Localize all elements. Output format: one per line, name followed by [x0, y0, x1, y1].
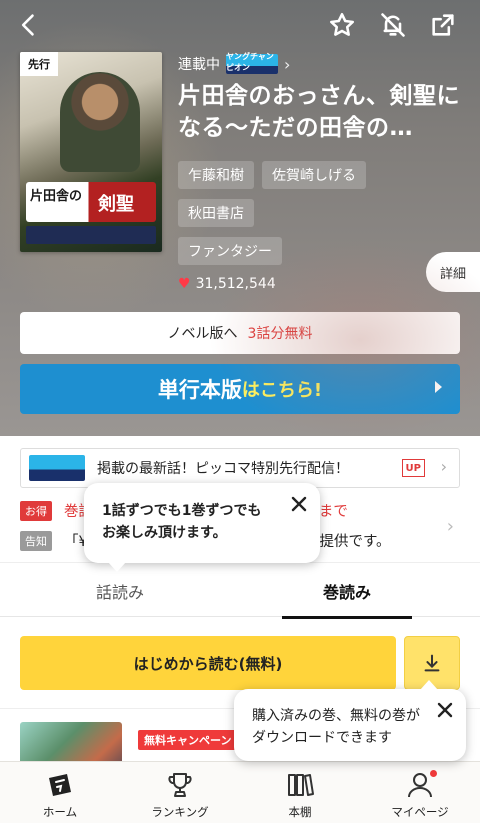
work-title: 片田舎のおっさん、剣聖になる〜ただの田舎の…	[178, 83, 460, 141]
download-tooltip-text: 購入済みの巻、無料の巻が ダウンロードできます	[252, 705, 420, 749]
serial-status[interactable]: 連載中 ヤングチャンピオン ›	[178, 52, 291, 74]
tooltip-line-1: 1話ずつでも1巻ずつでも	[102, 503, 262, 519]
tankobon-suffix: はこちら!	[241, 380, 323, 401]
cover-title-right: 剣聖	[98, 194, 134, 215]
arrow-right-icon	[435, 381, 442, 393]
tag-publisher[interactable]: 秋田書店	[178, 199, 254, 227]
chevron-right-icon: ›	[284, 54, 291, 74]
magazine-logo: ヤングチャンピオン	[226, 52, 278, 74]
banner-text: 掲載の最新話！ピッコマ特別先行配信！	[97, 461, 349, 477]
close-icon	[291, 496, 307, 512]
status-label: 連載中	[178, 57, 220, 73]
chevron-right-icon: ›	[440, 457, 447, 476]
favorite-button[interactable]	[325, 8, 359, 42]
nav-home-label: ホーム	[42, 805, 78, 819]
magazine-logo-small	[29, 455, 85, 481]
nav-ranking[interactable]: ランキング	[120, 762, 240, 823]
cover-title-left: 片田舎の	[30, 189, 83, 204]
novel-version-label: ノベル版へ	[167, 326, 238, 342]
star-icon	[329, 12, 355, 36]
like-count: ♥ 31,512,544	[178, 276, 276, 292]
share-icon	[432, 14, 454, 36]
trophy-icon	[168, 773, 192, 797]
chevron-right-icon[interactable]: ›	[447, 516, 454, 537]
download-tooltip-line-2: ダウンロードできます	[252, 730, 392, 746]
detail-button[interactable]: 詳細	[426, 252, 480, 292]
bookshelf-icon	[288, 774, 314, 796]
cover-image: 先行 片田舎の 剣聖	[20, 52, 162, 252]
like-count-value: 31,512,544	[195, 276, 276, 292]
tag-author[interactable]: 乍藤和樹	[178, 161, 254, 189]
nav-mypage[interactable]: マイページ	[360, 762, 480, 823]
download-icon	[424, 654, 440, 672]
tankobon-version-button[interactable]: 単行本版 はこちら!	[20, 364, 460, 414]
tankobon-label: 単行本版	[157, 378, 242, 402]
home-icon	[49, 774, 71, 796]
tag-genre[interactable]: ファンタジー	[178, 237, 282, 265]
download-tooltip: 購入済みの巻、無料の巻が ダウンロードできます	[234, 680, 466, 761]
nav-home[interactable]: ホーム	[0, 762, 120, 823]
close-icon	[437, 702, 453, 718]
latest-episode-banner[interactable]: 掲載の最新話！ピッコマ特別先行配信！ UP ›	[20, 448, 460, 488]
nav-bookshelf-label: 本棚	[288, 805, 312, 819]
series-header: 先行 片田舎の 剣聖 連載中 ヤングチャンピオン › 片田舎のおっさん、剣聖にな…	[0, 0, 480, 436]
notification-toggle[interactable]	[376, 8, 410, 42]
tooltip-text: 1話ずつでも1巻ずつでも お楽しみ頂けます。	[102, 500, 261, 544]
nav-ranking-label: ランキング	[151, 805, 209, 819]
read-from-start-button[interactable]: はじめから読む(無料)	[20, 636, 396, 690]
nav-mypage-label: マイページ	[391, 805, 449, 819]
cover-subtitle-strip	[26, 226, 156, 244]
novel-free-episodes: 3話分無料	[247, 326, 313, 342]
back-button[interactable]	[12, 8, 46, 42]
notification-dot	[430, 770, 437, 777]
novel-version-button[interactable]: ノベル版へ 3話分無料	[20, 312, 460, 354]
reading-mode-tabs: 話読み 巻読み	[0, 562, 480, 619]
up-badge: UP	[401, 459, 425, 477]
download-tooltip-line-1: 購入済みの巻、無料の巻が	[252, 708, 420, 724]
download-tooltip-close-button[interactable]	[434, 699, 456, 721]
tooltip-close-button[interactable]	[288, 493, 310, 515]
tab-volume-reading[interactable]: 巻読み	[282, 563, 412, 619]
cover-title-block: 片田舎の 剣聖	[26, 182, 156, 222]
tag-original-author[interactable]: 佐賀崎しげる	[262, 161, 366, 189]
cover-character	[60, 72, 140, 172]
share-button[interactable]	[426, 8, 460, 42]
chevron-left-icon	[21, 14, 34, 36]
deal-label: お得	[20, 500, 52, 521]
advance-badge: 先行	[20, 52, 58, 76]
tooltip-line-2: お楽しみ頂けます。	[102, 525, 227, 541]
nav-bookshelf[interactable]: 本棚	[240, 762, 360, 823]
heart-icon: ♥	[178, 276, 191, 292]
free-campaign-badge: 無料キャンペーン	[138, 730, 238, 750]
bell-off-icon	[381, 13, 405, 37]
bottom-navigation: ホーム ランキング 本棚 マイページ	[0, 761, 480, 823]
reading-mode-tooltip: 1話ずつでも1巻ずつでも お楽しみ頂けます。	[84, 483, 320, 572]
announcement-label: 告知	[20, 530, 52, 551]
